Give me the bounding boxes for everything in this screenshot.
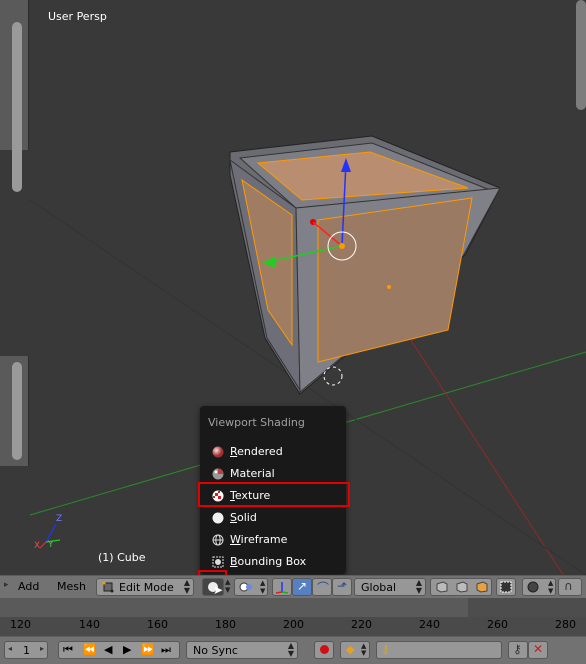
wireframe-sphere-icon <box>212 534 224 546</box>
tick-label: 220 <box>351 618 372 631</box>
delete-keyframe-button[interactable]: ✕ <box>528 641 548 659</box>
next-keyframe-icon[interactable]: ⏩ <box>141 643 155 656</box>
updown-arrow-icon: ▲ ▼ <box>183 578 190 595</box>
translate-manipulator-button[interactable]: ↗ <box>292 578 312 596</box>
pivot-dot <box>339 243 345 249</box>
key-diamond-icon: ◆ <box>346 643 355 656</box>
magnet-icon: ∩ <box>564 579 573 593</box>
timeline[interactable]: 120 140 160 180 200 220 240 260 280 <box>0 598 586 636</box>
key-delete-icon: ✕ <box>533 642 544 656</box>
proportional-icon <box>527 581 539 593</box>
insert-keyframe-button[interactable]: ⚷ <box>508 641 528 659</box>
tick-label: 140 <box>79 618 100 631</box>
solid-sphere-icon <box>212 512 224 524</box>
frame-right-arrow-icon: ▸ <box>40 644 45 653</box>
frame-left-arrow-icon: ◂ <box>8 644 13 653</box>
view-label: User Persp <box>48 10 107 23</box>
keying-set-button[interactable]: ◆ ▲ ▼ <box>340 641 370 659</box>
timeline-strip[interactable] <box>0 598 586 617</box>
timeline-out-range <box>468 598 586 617</box>
keying-updown-icon: ▲ ▼ <box>361 642 367 657</box>
menu-item-rendered[interactable]: Rendered <box>202 442 344 462</box>
snap-button[interactable]: ∩ <box>558 578 582 596</box>
edit-mode-icon <box>102 581 114 593</box>
record-button[interactable] <box>314 641 334 659</box>
tick-label: 200 <box>283 618 304 631</box>
cube-front-face <box>317 197 473 363</box>
jump-start-icon[interactable]: ⏮ <box>63 643 73 657</box>
sync-label: No Sync <box>193 644 238 657</box>
material-sphere-icon <box>212 468 224 480</box>
object-label: (1) Cube <box>98 551 146 564</box>
manipulator-toggle[interactable] <box>272 578 292 596</box>
viewport-shading-button[interactable]: ➤ <box>202 578 224 597</box>
scale-icon: ⬏ <box>337 579 348 593</box>
proportional-edit-button[interactable]: ▲ ▼ <box>522 578 556 596</box>
tick-label: 240 <box>419 618 440 631</box>
tick-label: 280 <box>555 618 576 631</box>
orientation-dropdown[interactable]: Global ▲ ▼ <box>354 578 426 596</box>
header-left-arrow[interactable]: ▸ <box>4 580 9 590</box>
menu-item-bounding-box[interactable]: Bounding Box <box>202 552 344 572</box>
pivot-icon <box>239 582 252 592</box>
axis-x-label: X <box>34 541 41 551</box>
toolshelf-scrollbar-1[interactable] <box>12 22 22 192</box>
current-frame-field[interactable]: ◂ 1 ▸ <box>4 641 48 659</box>
limit-selection-button[interactable] <box>496 578 516 596</box>
pivot-point-button[interactable]: ▲ ▼ <box>234 578 268 596</box>
play-icon[interactable]: ▶ <box>123 643 131 656</box>
3d-view-header: ▸ Add Mesh Edit Mode ▲ ▼ ➤ ▲ ▼ ▲ ▼ ↗ ⌒ ⬏ Gl… <box>0 575 586 598</box>
mode-label: Edit Mode <box>119 581 174 594</box>
updown-arrow-icon: ▲ ▼ <box>287 641 294 658</box>
face-select-icon <box>476 581 488 593</box>
record-icon <box>320 645 329 654</box>
tick-label: 260 <box>487 618 508 631</box>
face-center-dot <box>387 285 391 289</box>
menu-item-solid[interactable]: Solid <box>202 508 344 528</box>
toolshelf-scrollbar-2[interactable] <box>12 362 22 460</box>
timeline-ruler[interactable]: 120 140 160 180 200 220 240 260 280 <box>0 617 586 632</box>
axis-y-label: Y <box>48 540 54 550</box>
menu-item-wireframe[interactable]: Wireframe <box>202 530 344 550</box>
sync-dropdown[interactable]: No Sync ▲ ▼ <box>186 641 298 659</box>
jump-end-icon[interactable]: ⏭ <box>161 643 171 657</box>
playback-bar: ◂ 1 ▸ ⏮ ⏪ ◀ ▶ ⏩ ⏭ No Sync ▲ ▼ ◆ ▲ ▼ ⚷ ⚷ ✕ <box>0 636 586 664</box>
prev-keyframe-icon[interactable]: ⏪ <box>83 643 97 656</box>
bounding-box-icon <box>212 556 224 568</box>
shading-updown-icon: ▲ ▼ <box>225 578 231 594</box>
mouse-cursor-icon: ➤ <box>213 583 224 597</box>
menu-add[interactable]: Add <box>18 580 39 593</box>
layer-buttons[interactable] <box>430 578 492 596</box>
rotate-manipulator-button[interactable]: ⌒ <box>312 578 332 596</box>
vertex-select-icon <box>436 581 448 593</box>
frame-value: 1 <box>23 644 30 657</box>
proportional-updown-icon: ▲ ▼ <box>548 579 554 595</box>
right-scrollbar[interactable] <box>576 0 586 110</box>
pivot-updown-icon: ▲ ▼ <box>260 579 266 595</box>
tick-label: 180 <box>215 618 236 631</box>
edge-select-icon <box>456 581 468 593</box>
axis-z-label: Z <box>56 514 63 524</box>
arrow-icon: ↗ <box>297 579 308 593</box>
keying-set-field[interactable]: ⚷ <box>376 641 502 659</box>
tick-label: 120 <box>10 618 31 631</box>
cube-select-icon <box>500 581 512 593</box>
rendered-sphere-icon <box>212 446 224 458</box>
key-insert-icon: ⚷ <box>513 642 522 656</box>
menu-item-material[interactable]: Material <box>202 464 344 484</box>
tick-label: 160 <box>147 618 168 631</box>
orientation-label: Global <box>361 581 397 594</box>
manipulator-icon <box>275 582 289 594</box>
updown-arrow-icon: ▲ ▼ <box>415 578 422 595</box>
rotate-icon: ⌒ <box>317 581 330 595</box>
play-reverse-icon[interactable]: ◀ <box>104 643 112 656</box>
scale-manipulator-button[interactable]: ⬏ <box>332 578 352 596</box>
mode-dropdown[interactable]: Edit Mode ▲ ▼ <box>96 578 194 596</box>
menu-mesh[interactable]: Mesh <box>57 580 86 593</box>
key-icon: ⚷ <box>381 642 390 656</box>
texture-highlight-box <box>198 482 350 507</box>
playback-controls[interactable]: ⏮ ⏪ ◀ ▶ ⏩ ⏭ <box>58 641 180 659</box>
menu-title: Viewport Shading <box>208 416 305 429</box>
